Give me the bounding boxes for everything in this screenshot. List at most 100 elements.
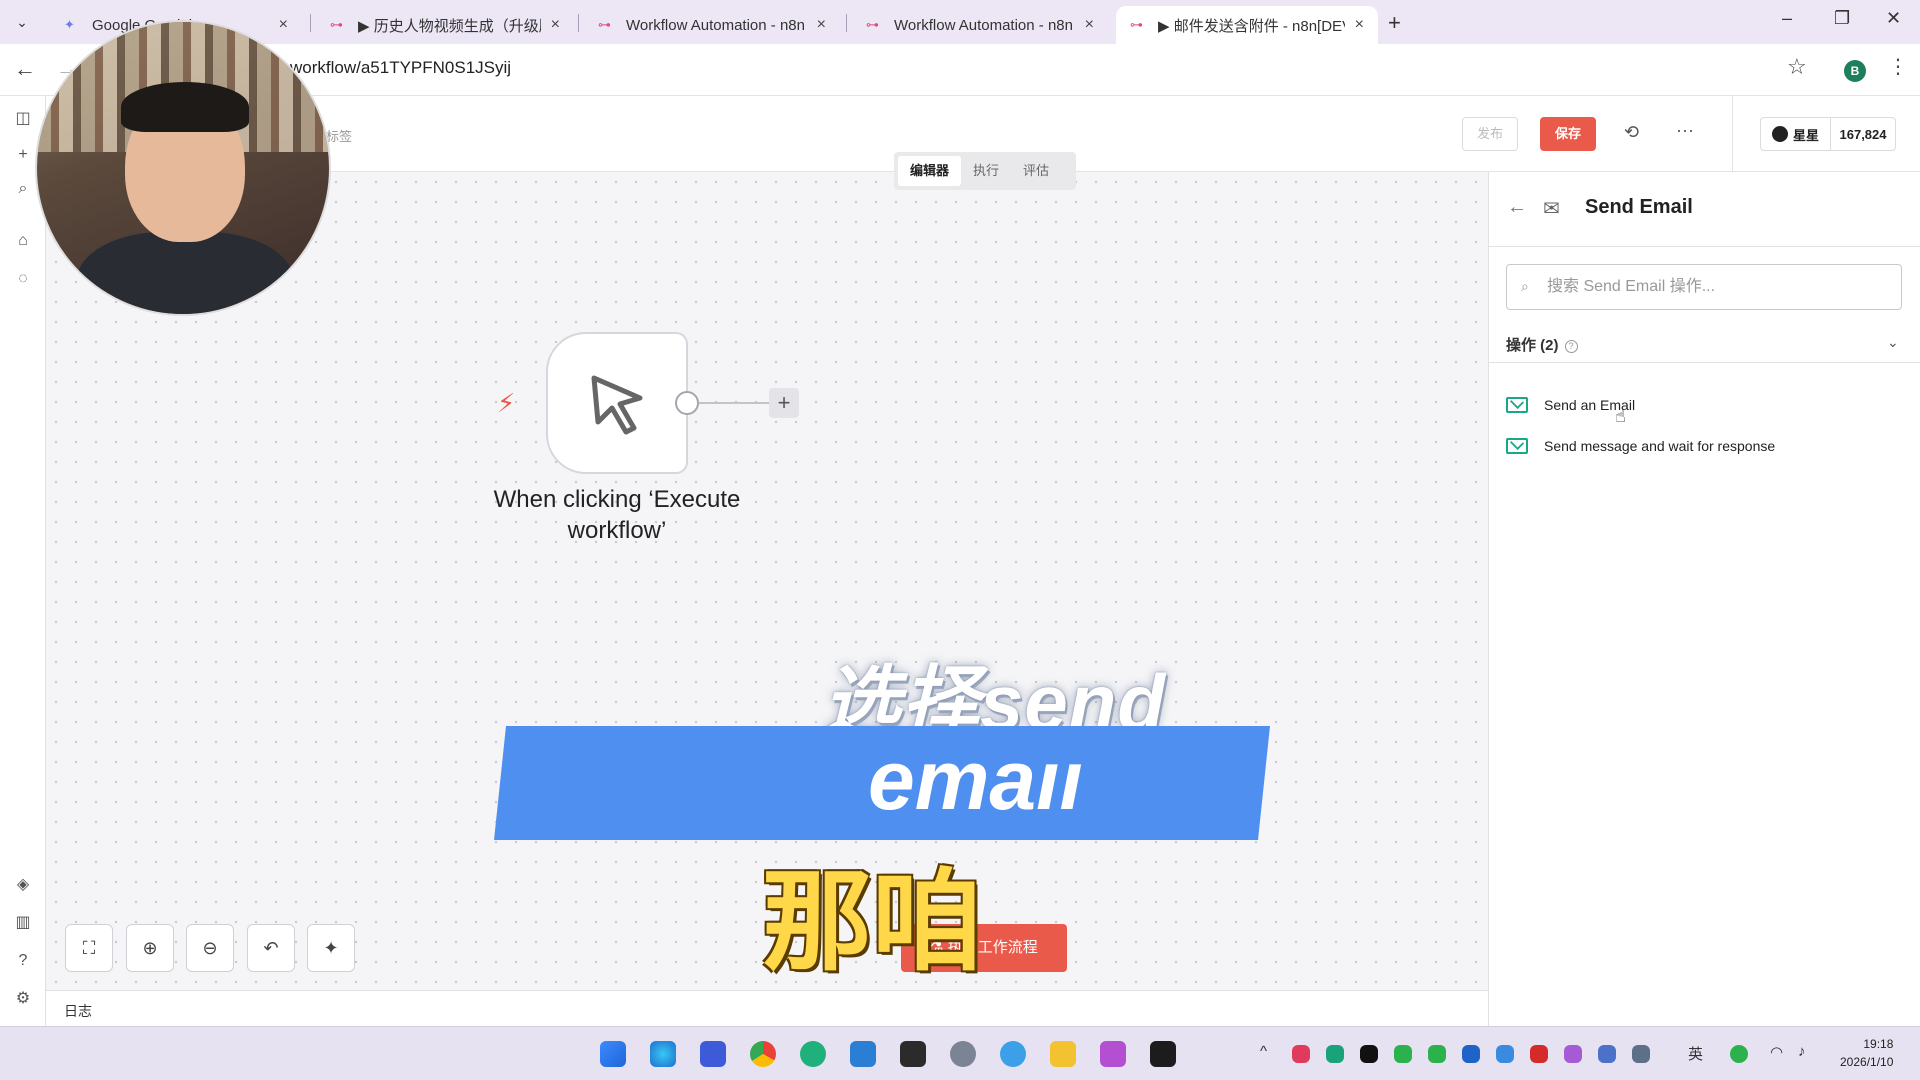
trigger-bolt-icon: ⚡ bbox=[497, 388, 516, 418]
action-label: Send message and wait for response bbox=[1544, 438, 1776, 454]
tab-search-chevron-icon[interactable]: ⌄ bbox=[12, 12, 32, 32]
close-tab-icon[interactable]: × bbox=[1085, 16, 1094, 34]
vscode-icon[interactable] bbox=[850, 1041, 876, 1067]
recorder-icon[interactable] bbox=[1150, 1041, 1176, 1067]
minimize-icon[interactable]: – bbox=[1782, 8, 1792, 29]
tray-app-icon[interactable] bbox=[1632, 1045, 1650, 1063]
tab-title: ▶ 邮件发送含附件 - n8n[DEV] bbox=[1158, 17, 1345, 35]
history-icon[interactable]: ⟲ bbox=[1624, 122, 1639, 143]
n8n-icon: ⊶ bbox=[598, 17, 611, 32]
logs-bar[interactable]: 日志 bbox=[46, 990, 1488, 1026]
actions-section-header[interactable]: 操作 (2)? bbox=[1506, 334, 1578, 355]
tray-overflow-chevron-icon[interactable]: ^ bbox=[1260, 1043, 1267, 1060]
tags-label[interactable]: 标签 bbox=[326, 126, 352, 145]
restore-icon[interactable]: ❐ bbox=[1834, 8, 1850, 29]
panel-divider bbox=[1489, 246, 1920, 247]
action-search-input[interactable] bbox=[1547, 275, 1887, 299]
presenter-body bbox=[77, 232, 293, 314]
wifi-icon[interactable]: ◠ bbox=[1770, 1043, 1783, 1061]
clock-date: 2026/1/10 bbox=[1840, 1055, 1894, 1069]
templates-icon[interactable]: ◈ bbox=[12, 874, 34, 896]
zoom-in-button[interactable]: ⊕ bbox=[126, 924, 174, 972]
back-icon[interactable]: ← bbox=[14, 56, 36, 82]
help-icon[interactable]: ? bbox=[12, 950, 34, 972]
tray-app-icon[interactable] bbox=[1564, 1045, 1582, 1063]
browser-tab-email-active[interactable]: ⊶ ▶ 邮件发送含附件 - n8n[DEV] × bbox=[1116, 6, 1378, 44]
tab-editor[interactable]: 编辑器 bbox=[898, 156, 962, 186]
manual-trigger-node[interactable] bbox=[546, 332, 688, 474]
tray-app-icon[interactable] bbox=[1598, 1045, 1616, 1063]
settings-gear-icon[interactable]: ⚙ bbox=[12, 988, 34, 1010]
n8n-icon: ⊶ bbox=[330, 17, 343, 32]
more-options-icon[interactable]: ··· bbox=[1676, 120, 1694, 141]
back-arrow-icon[interactable]: ← bbox=[1507, 196, 1527, 219]
app-icon[interactable] bbox=[1100, 1041, 1126, 1067]
volume-icon[interactable]: ♪ bbox=[1798, 1043, 1806, 1060]
add-icon[interactable]: + bbox=[12, 144, 34, 166]
close-tab-icon[interactable]: × bbox=[817, 16, 826, 34]
wechat-icon[interactable] bbox=[1428, 1045, 1446, 1063]
node-output-handle[interactable] bbox=[675, 391, 699, 415]
browser-tab-workflow-2[interactable]: ⊶ Workflow Automation - n8n × bbox=[852, 6, 1108, 44]
publish-button[interactable]: 发布 bbox=[1462, 117, 1518, 151]
cursor-icon bbox=[591, 375, 643, 435]
tray-app-icon[interactable] bbox=[1326, 1045, 1344, 1063]
tray-app-icon[interactable] bbox=[1530, 1045, 1548, 1063]
search-icon[interactable]: ⌕ bbox=[12, 178, 34, 200]
hand-pointer-cursor-icon: ☝ bbox=[1615, 406, 1626, 426]
tidy-up-button[interactable]: ✦ bbox=[307, 924, 355, 972]
fit-view-button[interactable]: ⛶ bbox=[65, 924, 113, 972]
github-star-button[interactable]: 星星 167,824 bbox=[1760, 117, 1896, 151]
tab-executions[interactable]: 执行 bbox=[961, 156, 1011, 186]
browser-menu-icon[interactable]: ⋮ bbox=[1888, 54, 1908, 79]
tray-app-icon[interactable] bbox=[1360, 1045, 1378, 1063]
docker-icon[interactable] bbox=[1462, 1045, 1480, 1063]
browser-tab-history-video[interactable]: ⊶ ▶ 历史人物视频生成（升级版） × bbox=[316, 6, 574, 44]
clock[interactable]: 19:18 2026/1/10 bbox=[1840, 1035, 1893, 1071]
action-item-send-and-wait[interactable]: Send message and wait for response bbox=[1506, 432, 1906, 460]
browser-tab-workflow-1[interactable]: ⊶ Workflow Automation - n8n × bbox=[584, 6, 840, 44]
app-icon[interactable] bbox=[1000, 1041, 1026, 1067]
app-icon[interactable] bbox=[700, 1041, 726, 1067]
home-icon[interactable]: ⌂ bbox=[12, 230, 34, 252]
node-connector-line bbox=[699, 402, 769, 404]
bookmark-star-icon[interactable]: ☆ bbox=[1787, 54, 1807, 80]
tray-app-icon[interactable] bbox=[1496, 1045, 1514, 1063]
profile-avatar[interactable]: B bbox=[1844, 60, 1866, 82]
tray-app-icon[interactable] bbox=[1292, 1045, 1310, 1063]
chat-icon[interactable]: ◌ bbox=[12, 268, 34, 290]
action-search-box: ⌕ bbox=[1506, 264, 1902, 310]
terminal-icon[interactable] bbox=[900, 1041, 926, 1067]
start-menu-icon[interactable] bbox=[600, 1041, 626, 1067]
window-close-icon[interactable]: ✕ bbox=[1886, 8, 1901, 29]
file-explorer-icon[interactable] bbox=[1050, 1041, 1076, 1067]
search-icon: ⌕ bbox=[1521, 278, 1529, 294]
github-icon bbox=[1771, 126, 1788, 142]
ime-indicator[interactable]: 英 bbox=[1688, 1043, 1703, 1064]
github-star-count: 167,824 bbox=[1839, 126, 1887, 142]
sidebar-toggle-icon[interactable]: ◫ bbox=[12, 108, 34, 130]
node-creator-panel: ← ✉ Send Email ⌕ 操作 (2)? ⌄ Send an Email… bbox=[1488, 172, 1920, 1026]
chevron-down-icon[interactable]: ⌄ bbox=[1887, 334, 1899, 351]
zoom-out-button[interactable]: ⊖ bbox=[186, 924, 234, 972]
tab-title: Workflow Automation - n8n bbox=[626, 16, 805, 34]
undo-button[interactable]: ↶ bbox=[247, 924, 295, 972]
save-button[interactable]: 保存 bbox=[1540, 117, 1596, 151]
close-tab-icon[interactable]: × bbox=[551, 16, 560, 34]
chrome-icon[interactable] bbox=[750, 1041, 776, 1067]
tray-app-icon[interactable] bbox=[1730, 1045, 1748, 1063]
section-divider bbox=[1489, 362, 1920, 363]
insights-icon[interactable]: ▥ bbox=[12, 912, 34, 934]
wechat-icon[interactable] bbox=[1394, 1045, 1412, 1063]
tab-evaluations[interactable]: 评估 bbox=[1011, 156, 1061, 186]
subtitle-line-3: 那咱 bbox=[762, 861, 982, 984]
action-item-send-email[interactable]: Send an Email bbox=[1506, 391, 1906, 419]
add-node-button[interactable]: + bbox=[769, 388, 799, 418]
mail-icon bbox=[1506, 438, 1528, 454]
chatgpt-icon[interactable] bbox=[800, 1041, 826, 1067]
new-tab-icon[interactable]: + bbox=[1388, 10, 1401, 36]
presenter-hair bbox=[121, 82, 249, 132]
settings-icon[interactable] bbox=[950, 1041, 976, 1067]
close-tab-icon[interactable]: × bbox=[1355, 16, 1364, 34]
edge-icon[interactable] bbox=[650, 1041, 676, 1067]
